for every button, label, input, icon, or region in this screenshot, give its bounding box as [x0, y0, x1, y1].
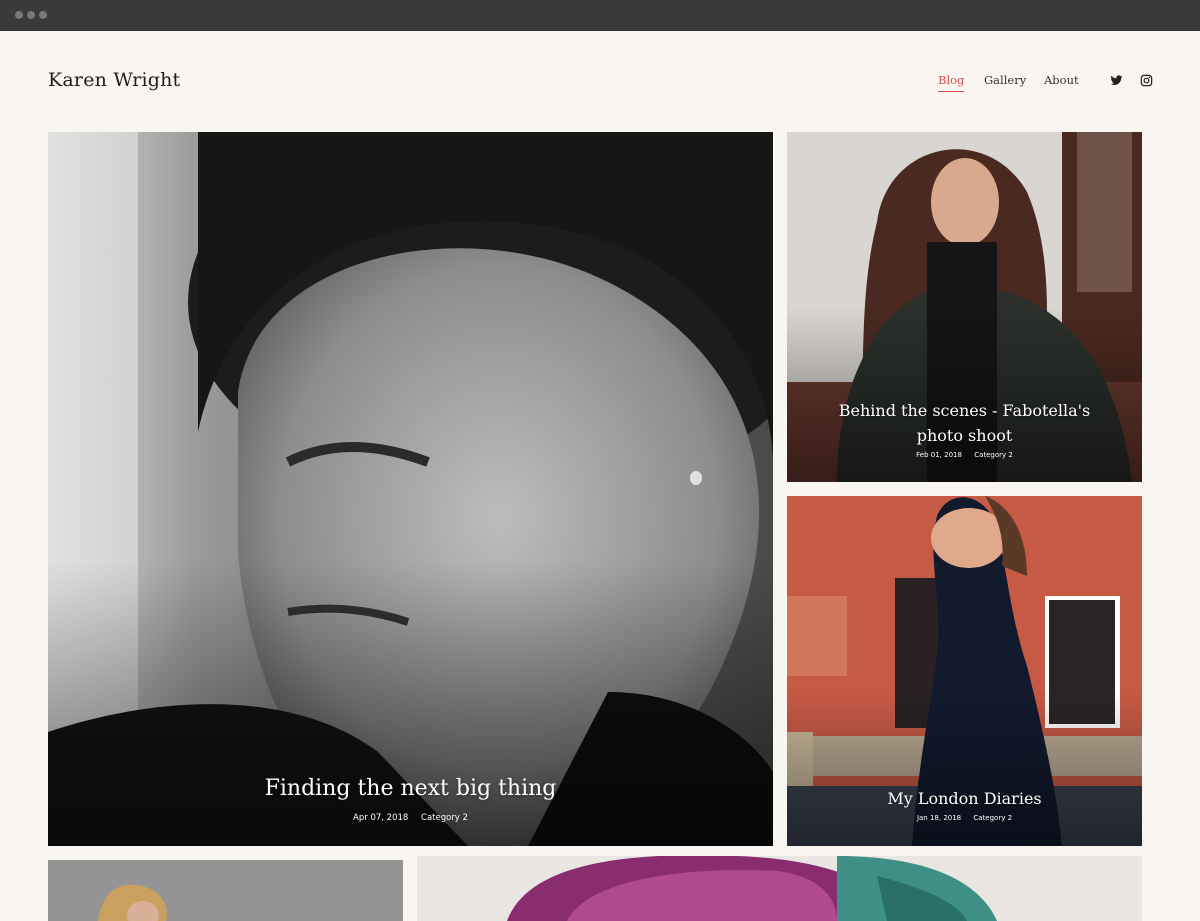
post-meta: Jan 18, 2018 Category 2	[787, 814, 1142, 822]
nav-item-about[interactable]: About	[1044, 73, 1079, 87]
site-title[interactable]: Karen Wright	[48, 69, 180, 91]
post-date: Jan 18, 2018	[916, 814, 962, 822]
post-date: Apr 07, 2018	[353, 813, 409, 823]
post-meta: Feb 01, 2018 Category 2	[787, 451, 1142, 459]
post-category[interactable]: Category 2	[974, 451, 1013, 459]
post-card-my-london-diaries[interactable]: My London Diaries Jan 18, 2018 Category …	[787, 496, 1142, 846]
post-card-partial-right[interactable]	[417, 856, 1142, 921]
post-title[interactable]: My London Diaries	[807, 789, 1122, 808]
post-title[interactable]: Finding the next big thing	[68, 776, 753, 801]
nav-item-blog[interactable]: Blog	[938, 73, 965, 92]
post-image-bw-portrait	[48, 132, 773, 846]
window-minimize-dot[interactable]	[27, 11, 35, 19]
post-card-finding-next-big-thing[interactable]: Finding the next big thing Apr 07, 2018 …	[48, 132, 773, 846]
post-meta: Apr 07, 2018 Category 2	[48, 813, 773, 823]
post-image-partial-portrait	[48, 860, 403, 921]
post-image-partial-pink-hair	[417, 856, 1142, 921]
twitter-icon[interactable]	[1110, 74, 1123, 87]
post-category[interactable]: Category 2	[973, 814, 1012, 822]
nav-item-gallery[interactable]: Gallery	[984, 73, 1026, 87]
post-date: Feb 01, 2018	[916, 451, 962, 459]
window-maximize-dot[interactable]	[39, 11, 47, 19]
post-card-partial-left[interactable]	[48, 860, 403, 921]
instagram-icon[interactable]	[1140, 74, 1153, 87]
post-title[interactable]: Behind the scenes - Fabotella's photo sh…	[817, 398, 1112, 448]
browser-chrome	[0, 0, 1200, 31]
post-category[interactable]: Category 2	[421, 813, 468, 823]
window-close-dot[interactable]	[15, 11, 23, 19]
post-card-behind-the-scenes[interactable]: Behind the scenes - Fabotella's photo sh…	[787, 132, 1142, 482]
